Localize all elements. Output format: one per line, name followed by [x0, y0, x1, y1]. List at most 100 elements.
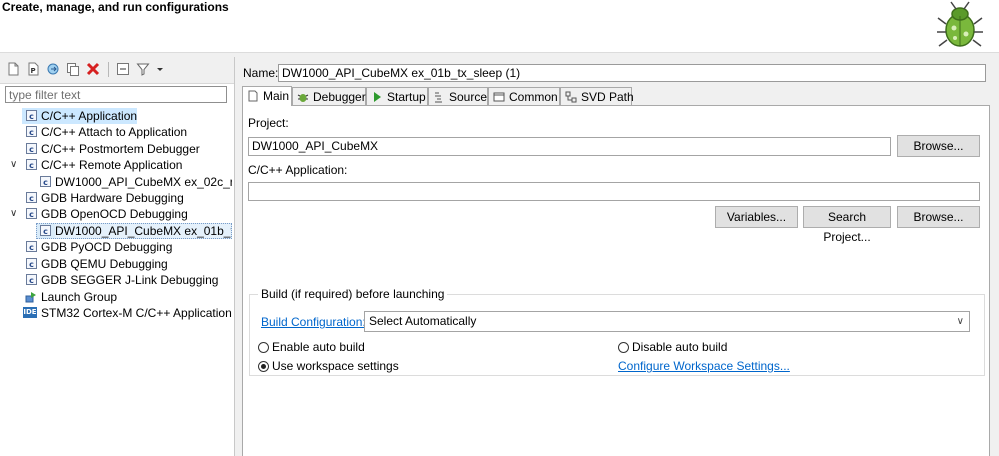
tree-item-label: C/C++ Remote Application — [41, 158, 183, 172]
tree-item-label: STM32 Cortex-M C/C++ Application — [41, 306, 232, 320]
tree-item-label: DW1000_API_CubeMX ex_01b_tx_s — [55, 224, 231, 238]
tab-startup[interactable]: Startup — [366, 87, 428, 105]
collapse-all-icon[interactable] — [116, 62, 130, 76]
search-project-button[interactable]: Search Project... — [803, 206, 891, 244]
application-input[interactable] — [248, 182, 980, 201]
tree-item-launch-group[interactable]: Launch Group — [22, 289, 232, 305]
tab-common[interactable]: Common — [488, 87, 560, 105]
browse-application-button[interactable]: Browse... — [897, 206, 980, 228]
tree-item-stm32[interactable]: IDE STM32 Cortex-M C/C++ Application — [22, 305, 232, 321]
name-label: Name: — [243, 66, 279, 80]
delete-icon[interactable] — [86, 62, 100, 76]
project-input[interactable]: DW1000_API_CubeMX — [248, 137, 891, 156]
startup-tab-icon — [374, 92, 381, 102]
launch-group-icon — [25, 292, 36, 303]
chevron-down-icon[interactable]: ∨ — [10, 157, 20, 173]
tree-item-cpp-attach[interactable]: c C/C++ Attach to Application — [22, 124, 232, 140]
tree-item-openocd-config[interactable]: c DW1000_API_CubeMX ex_01b_tx_s — [36, 223, 232, 239]
svd-path-tab-icon — [565, 91, 577, 103]
c-file-icon: c — [40, 225, 51, 236]
build-group-title: Build (if required) before launching — [258, 287, 448, 301]
c-file-icon: c — [26, 241, 37, 252]
tree-item-label: GDB Hardware Debugging — [41, 191, 184, 205]
tree-item-label: C/C++ Attach to Application — [41, 125, 188, 139]
disable-auto-build-label: Disable auto build — [632, 340, 728, 354]
c-file-icon: c — [26, 192, 37, 203]
tree-item-remote-config[interactable]: c DW1000_API_CubeMX ex_02c_rx_d — [36, 174, 232, 190]
build-group: Build (if required) before launching Bui… — [249, 287, 985, 376]
build-configuration-link[interactable]: Build Configuration: — [261, 315, 366, 329]
tab-label: Main — [263, 89, 290, 103]
tree-item-cpp-remote[interactable]: ∨ c C/C++ Remote Application — [8, 157, 232, 173]
tree-item-gdb-pyocd[interactable]: c GDB PyOCD Debugging — [22, 239, 232, 255]
tree-item-label: C/C++ Postmortem Debugger — [41, 142, 200, 156]
source-tab-icon — [435, 92, 442, 103]
dialog-title: Create, manage, and run configurations — [2, 0, 229, 14]
project-label: Project: — [248, 116, 289, 130]
tab-label: Debugger — [313, 90, 366, 104]
c-file-icon: c — [26, 208, 37, 219]
dialog-header: Create, manage, and run configurations — [0, 0, 999, 53]
chevron-down-icon[interactable]: ∨ — [10, 206, 20, 222]
application-label: C/C++ Application: — [248, 163, 348, 177]
tree-item-gdb-hardware[interactable]: c GDB Hardware Debugging — [22, 190, 232, 206]
tree-item-cpp-application[interactable]: c C/C++ Application — [22, 108, 137, 124]
tree-item-gdb-segger[interactable]: c GDB SEGGER J-Link Debugging — [22, 272, 232, 288]
c-file-icon: c — [40, 176, 51, 187]
tree-item-gdb-qemu[interactable]: c GDB QEMU Debugging — [22, 256, 232, 272]
c-file-icon: c — [26, 258, 37, 269]
bug-icon — [937, 1, 983, 47]
svg-text:P: P — [31, 67, 36, 75]
tab-svd-path[interactable]: SVD Path — [560, 87, 634, 105]
tree-item-label: C/C++ Application — [41, 109, 137, 123]
configuration-list-pane: P c C/C++ Application c C/C++ Attach t — [0, 57, 235, 456]
use-workspace-settings-label: Use workspace settings — [272, 359, 399, 373]
tree-item-label: GDB OpenOCD Debugging — [41, 207, 188, 221]
enable-auto-build-radio[interactable] — [258, 342, 269, 353]
new-prototype-icon[interactable]: P — [26, 62, 40, 76]
browse-project-button[interactable]: Browse... — [897, 135, 980, 157]
tab-main[interactable]: Main — [242, 86, 292, 106]
tree-item-label: GDB PyOCD Debugging — [41, 240, 173, 254]
build-configuration-select[interactable]: Select Automatically ∨ — [364, 311, 970, 332]
tree-item-label: Launch Group — [41, 290, 118, 304]
c-file-icon: c — [26, 143, 37, 154]
build-configuration-value: Select Automatically — [369, 314, 477, 328]
tab-label: Startup — [387, 90, 426, 104]
tree-item-gdb-openocd[interactable]: ∨ c GDB OpenOCD Debugging — [8, 206, 232, 222]
name-input[interactable]: DW1000_API_CubeMX ex_01b_tx_sleep (1) — [278, 64, 986, 82]
filter-icon[interactable] — [136, 62, 150, 76]
debugger-tab-icon — [297, 94, 309, 102]
tree-item-label: GDB SEGGER J-Link Debugging — [41, 273, 219, 287]
common-tab-icon — [493, 92, 505, 102]
c-file-icon: c — [26, 274, 37, 285]
toolbar-separator — [108, 62, 109, 77]
main-tab-panel: Project: DW1000_API_CubeMX Browse... C/C… — [242, 105, 990, 456]
tab-label: Common — [509, 90, 558, 104]
new-configuration-icon[interactable] — [6, 62, 20, 76]
main-tab-icon — [248, 90, 258, 102]
tree-item-label: DW1000_API_CubeMX ex_02c_rx_d — [55, 175, 232, 189]
ide-icon: IDE — [23, 307, 37, 318]
tab-label: SVD Path — [581, 90, 634, 104]
tree-item-cpp-postmortem[interactable]: c C/C++ Postmortem Debugger — [22, 141, 232, 157]
c-file-icon: c — [26, 159, 37, 170]
configure-workspace-settings-link[interactable]: Configure Workspace Settings... — [618, 359, 790, 373]
duplicate-icon[interactable] — [66, 62, 80, 76]
use-workspace-settings-radio[interactable] — [258, 361, 269, 372]
enable-auto-build-label: Enable auto build — [272, 340, 365, 354]
tab-source[interactable]: Source — [428, 87, 488, 105]
c-file-icon: c — [26, 126, 37, 137]
configuration-toolbar: P — [0, 57, 234, 84]
export-icon[interactable] — [46, 62, 60, 76]
configuration-editor-pane: Name: DW1000_API_CubeMX ex_01b_tx_sleep … — [237, 57, 999, 456]
disable-auto-build-radio[interactable] — [618, 342, 629, 353]
variables-button[interactable]: Variables... — [715, 206, 798, 228]
view-menu-icon[interactable] — [155, 62, 165, 76]
tree-item-label: GDB QEMU Debugging — [41, 257, 168, 271]
c-file-icon: c — [26, 110, 37, 121]
tab-debugger[interactable]: Debugger — [292, 87, 366, 105]
chevron-down-icon: ∨ — [956, 316, 964, 327]
filter-input[interactable] — [5, 86, 227, 103]
tab-label: Source — [449, 90, 488, 104]
